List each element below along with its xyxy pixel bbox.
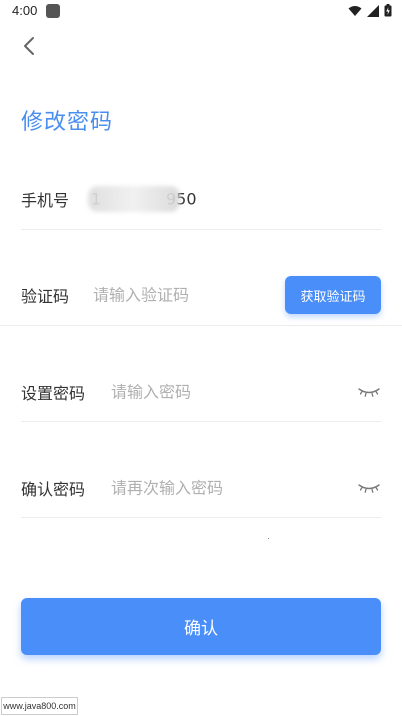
confirm-button[interactable]: 确认 bbox=[21, 598, 381, 655]
back-button[interactable] bbox=[16, 32, 44, 60]
divider bbox=[21, 421, 381, 422]
verify-code-input[interactable] bbox=[93, 285, 273, 305]
confirm-password-label: 确认密码 bbox=[21, 480, 86, 499]
phone-label: 手机号 bbox=[21, 191, 70, 210]
stray-dot bbox=[268, 538, 269, 539]
signal-icon bbox=[367, 4, 379, 17]
divider bbox=[0, 325, 402, 326]
wifi-icon bbox=[348, 5, 362, 16]
status-icons bbox=[348, 4, 392, 17]
watermark: www.java800.com bbox=[1, 697, 78, 715]
verify-code-label: 验证码 bbox=[21, 287, 70, 306]
battery-charging-icon bbox=[384, 4, 392, 17]
new-password-input[interactable] bbox=[111, 382, 291, 402]
divider bbox=[21, 517, 381, 518]
divider bbox=[21, 229, 381, 230]
chevron-left-icon bbox=[24, 37, 34, 55]
app-notification-icon bbox=[46, 4, 60, 18]
phone-row: 手机号 1 950 bbox=[0, 169, 402, 229]
status-bar: 4:00 bbox=[0, 0, 402, 24]
get-code-button[interactable]: 获取验证码 bbox=[285, 276, 381, 314]
confirm-password-input[interactable] bbox=[111, 478, 291, 498]
phone-mask-blur bbox=[88, 186, 180, 212]
eye-closed-icon[interactable] bbox=[358, 385, 380, 399]
new-password-row: 设置密码 bbox=[0, 362, 402, 422]
new-password-label: 设置密码 bbox=[21, 384, 86, 403]
status-time: 4:00 bbox=[12, 3, 38, 18]
eye-closed-icon[interactable] bbox=[358, 481, 380, 495]
page-title: 修改密码 bbox=[21, 110, 114, 135]
confirm-password-row: 确认密码 bbox=[0, 458, 402, 518]
